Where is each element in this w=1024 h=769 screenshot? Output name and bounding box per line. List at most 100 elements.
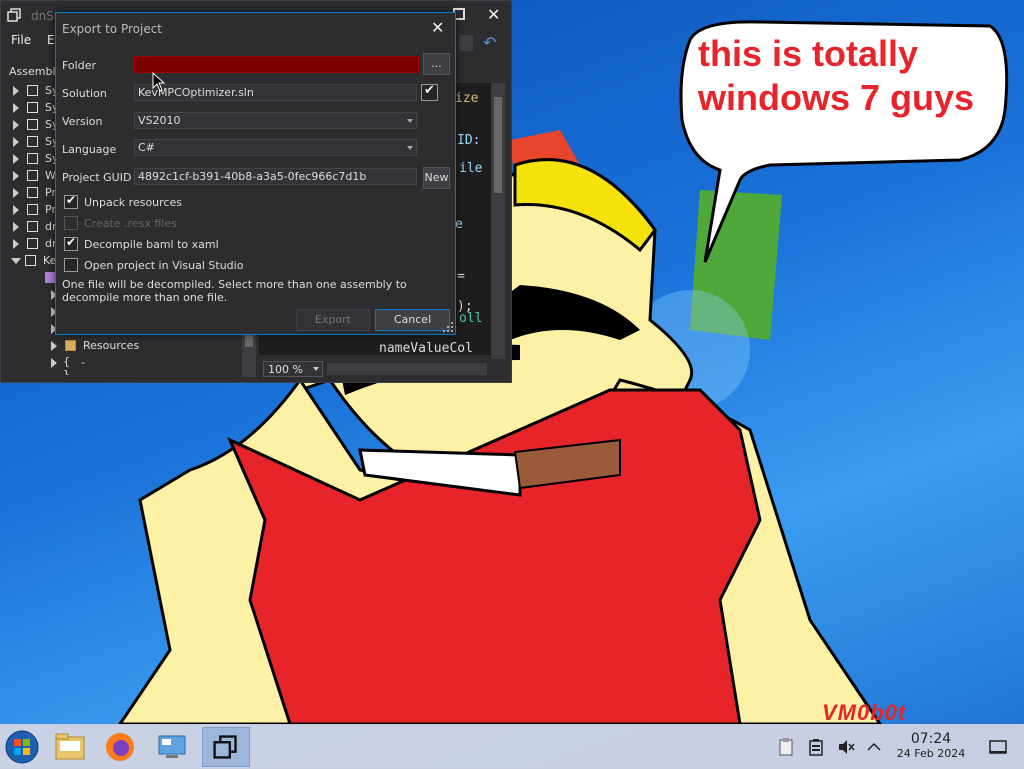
control-panel-icon[interactable] — [152, 727, 192, 767]
zoom-select[interactable]: 100 % — [263, 361, 323, 377]
dnspy-icon[interactable] — [202, 727, 250, 767]
expand-arrow-icon[interactable] — [13, 86, 19, 96]
speaker-muted-icon[interactable] — [836, 737, 856, 757]
start-orb-icon[interactable] — [2, 727, 42, 767]
assembly-icon — [27, 170, 38, 181]
code-line: ID: — [457, 133, 481, 148]
undo-icon[interactable]: ↶ — [483, 33, 496, 52]
speech-line-1: this is totally — [698, 33, 919, 74]
export-button[interactable]: Export — [296, 309, 370, 331]
version-value: VS2010 — [138, 114, 181, 127]
code-scrollbar[interactable] — [491, 83, 505, 359]
clipboard-icon[interactable] — [776, 737, 796, 757]
tree-item[interactable]: { } - — [5, 355, 241, 375]
cancel-button[interactable]: Cancel — [375, 309, 450, 331]
checkmark-icon: ✔ — [66, 235, 77, 249]
version-label: Version — [62, 115, 103, 128]
expand-arrow-icon[interactable] — [51, 358, 57, 368]
dnspy-app-icon — [7, 8, 21, 22]
assembly-icon — [27, 102, 38, 113]
clock-date[interactable]: 24 Feb 2024 — [890, 747, 972, 760]
resize-grip-icon[interactable] — [443, 322, 453, 332]
assembly-icon — [27, 238, 38, 249]
browse-folder-button[interactable]: ... — [423, 53, 450, 75]
zoom-value: 100 % — [268, 363, 303, 376]
assembly-icon — [27, 119, 38, 130]
code-line: e — [455, 217, 463, 232]
unpack-resources-label[interactable]: Unpack resources — [84, 196, 182, 209]
code-line: = — [457, 269, 465, 284]
checkmark-icon: ✔ — [66, 193, 77, 207]
checkmark-icon: ✔ — [424, 83, 435, 98]
open-vs-label[interactable]: Open project in Visual Studio — [84, 259, 243, 272]
chevron-up-icon[interactable] — [864, 737, 884, 757]
expand-arrow-icon[interactable] — [13, 154, 19, 164]
battery-icon[interactable] — [806, 737, 826, 757]
create-resx-label: Create .resx files — [84, 217, 177, 230]
solution-input[interactable]: KevMPCOptimizer.sln — [134, 84, 417, 101]
chevron-down-icon — [407, 119, 413, 123]
tree-item-label: Resources — [83, 339, 140, 352]
decompile-info-text: One file will be decompiled. Select more… — [62, 278, 407, 304]
open-vs-checkbox[interactable] — [64, 258, 78, 272]
assembly-icon — [27, 136, 38, 147]
expand-arrow-icon[interactable] — [13, 171, 19, 181]
speech-line-2: windows 7 guys — [698, 77, 975, 118]
expand-arrow-icon[interactable] — [13, 239, 19, 249]
assembly-icon — [27, 153, 38, 164]
language-label: Language — [62, 143, 117, 156]
code-line: oll — [459, 311, 483, 326]
code-scroll-thumb[interactable] — [494, 97, 502, 193]
assembly-icon — [27, 204, 38, 215]
clock-time[interactable]: 07:24 — [898, 731, 964, 747]
chevron-down-icon — [313, 367, 319, 371]
folder-icon — [65, 340, 76, 351]
language-select[interactable]: C# — [134, 139, 417, 156]
create-resx-checkbox — [64, 216, 78, 230]
file-manager-icon[interactable] — [50, 727, 90, 767]
dialog-title: Export to Project — [62, 22, 163, 36]
expand-arrow-icon[interactable] — [13, 137, 19, 147]
code-hscrollbar[interactable] — [327, 363, 487, 375]
firefox-icon[interactable] — [100, 727, 140, 767]
solution-checkbox[interactable]: ✔ — [421, 83, 438, 101]
guid-input[interactable]: 4892c1cf-b391-40b8-a3a5-0fec966c7d1b — [134, 168, 417, 185]
tree-item[interactable]: Resources — [5, 338, 241, 355]
mouse-cursor-icon — [152, 72, 166, 92]
taskbar — [0, 724, 1024, 769]
menu-file[interactable]: File — [11, 33, 31, 47]
chevron-down-icon — [407, 146, 413, 150]
artist-signature: VM0b0t — [822, 700, 907, 725]
folder-label: Folder — [62, 59, 96, 72]
expand-arrow-icon[interactable] — [51, 341, 57, 351]
toolbar-dropdown[interactable] — [459, 35, 473, 51]
expand-arrow-icon[interactable] — [13, 205, 19, 215]
speech-bubble-text: this is totally windows 7 guys — [698, 32, 998, 120]
assembly-icon — [27, 85, 38, 96]
assembly-icon — [27, 187, 38, 198]
guid-label: Project GUID — [62, 171, 132, 184]
folder-input[interactable] — [134, 56, 419, 73]
decompile-baml-label[interactable]: Decompile baml to xaml — [84, 238, 219, 251]
close-icon[interactable]: ✕ — [487, 5, 500, 24]
assembly-icon — [25, 255, 36, 266]
code-line: ile — [459, 161, 483, 176]
new-guid-button[interactable]: New — [423, 167, 450, 189]
tree-item-label: - — [81, 356, 85, 369]
expand-arrow-open-icon[interactable] — [11, 258, 21, 264]
version-select[interactable]: VS2010 — [134, 112, 417, 129]
solution-label: Solution — [62, 87, 107, 100]
expand-arrow-icon[interactable] — [13, 120, 19, 130]
unpack-resources-checkbox[interactable]: ✔ — [64, 193, 78, 209]
code-line: nameValueCol — [379, 341, 473, 355]
expand-arrow-icon[interactable] — [13, 103, 19, 113]
dialog-close-icon[interactable]: ✕ — [431, 18, 444, 37]
show-desktop-icon[interactable] — [988, 737, 1008, 757]
decompile-baml-checkbox[interactable]: ✔ — [64, 235, 78, 251]
expand-arrow-icon[interactable] — [13, 222, 19, 232]
expand-arrow-icon[interactable] — [13, 188, 19, 198]
export-dialog[interactable]: Export to Project ✕ Folder ... Solution … — [55, 12, 456, 335]
namespace-icon: { } — [63, 355, 70, 375]
assembly-icon — [27, 221, 38, 232]
language-value: C# — [138, 141, 155, 154]
